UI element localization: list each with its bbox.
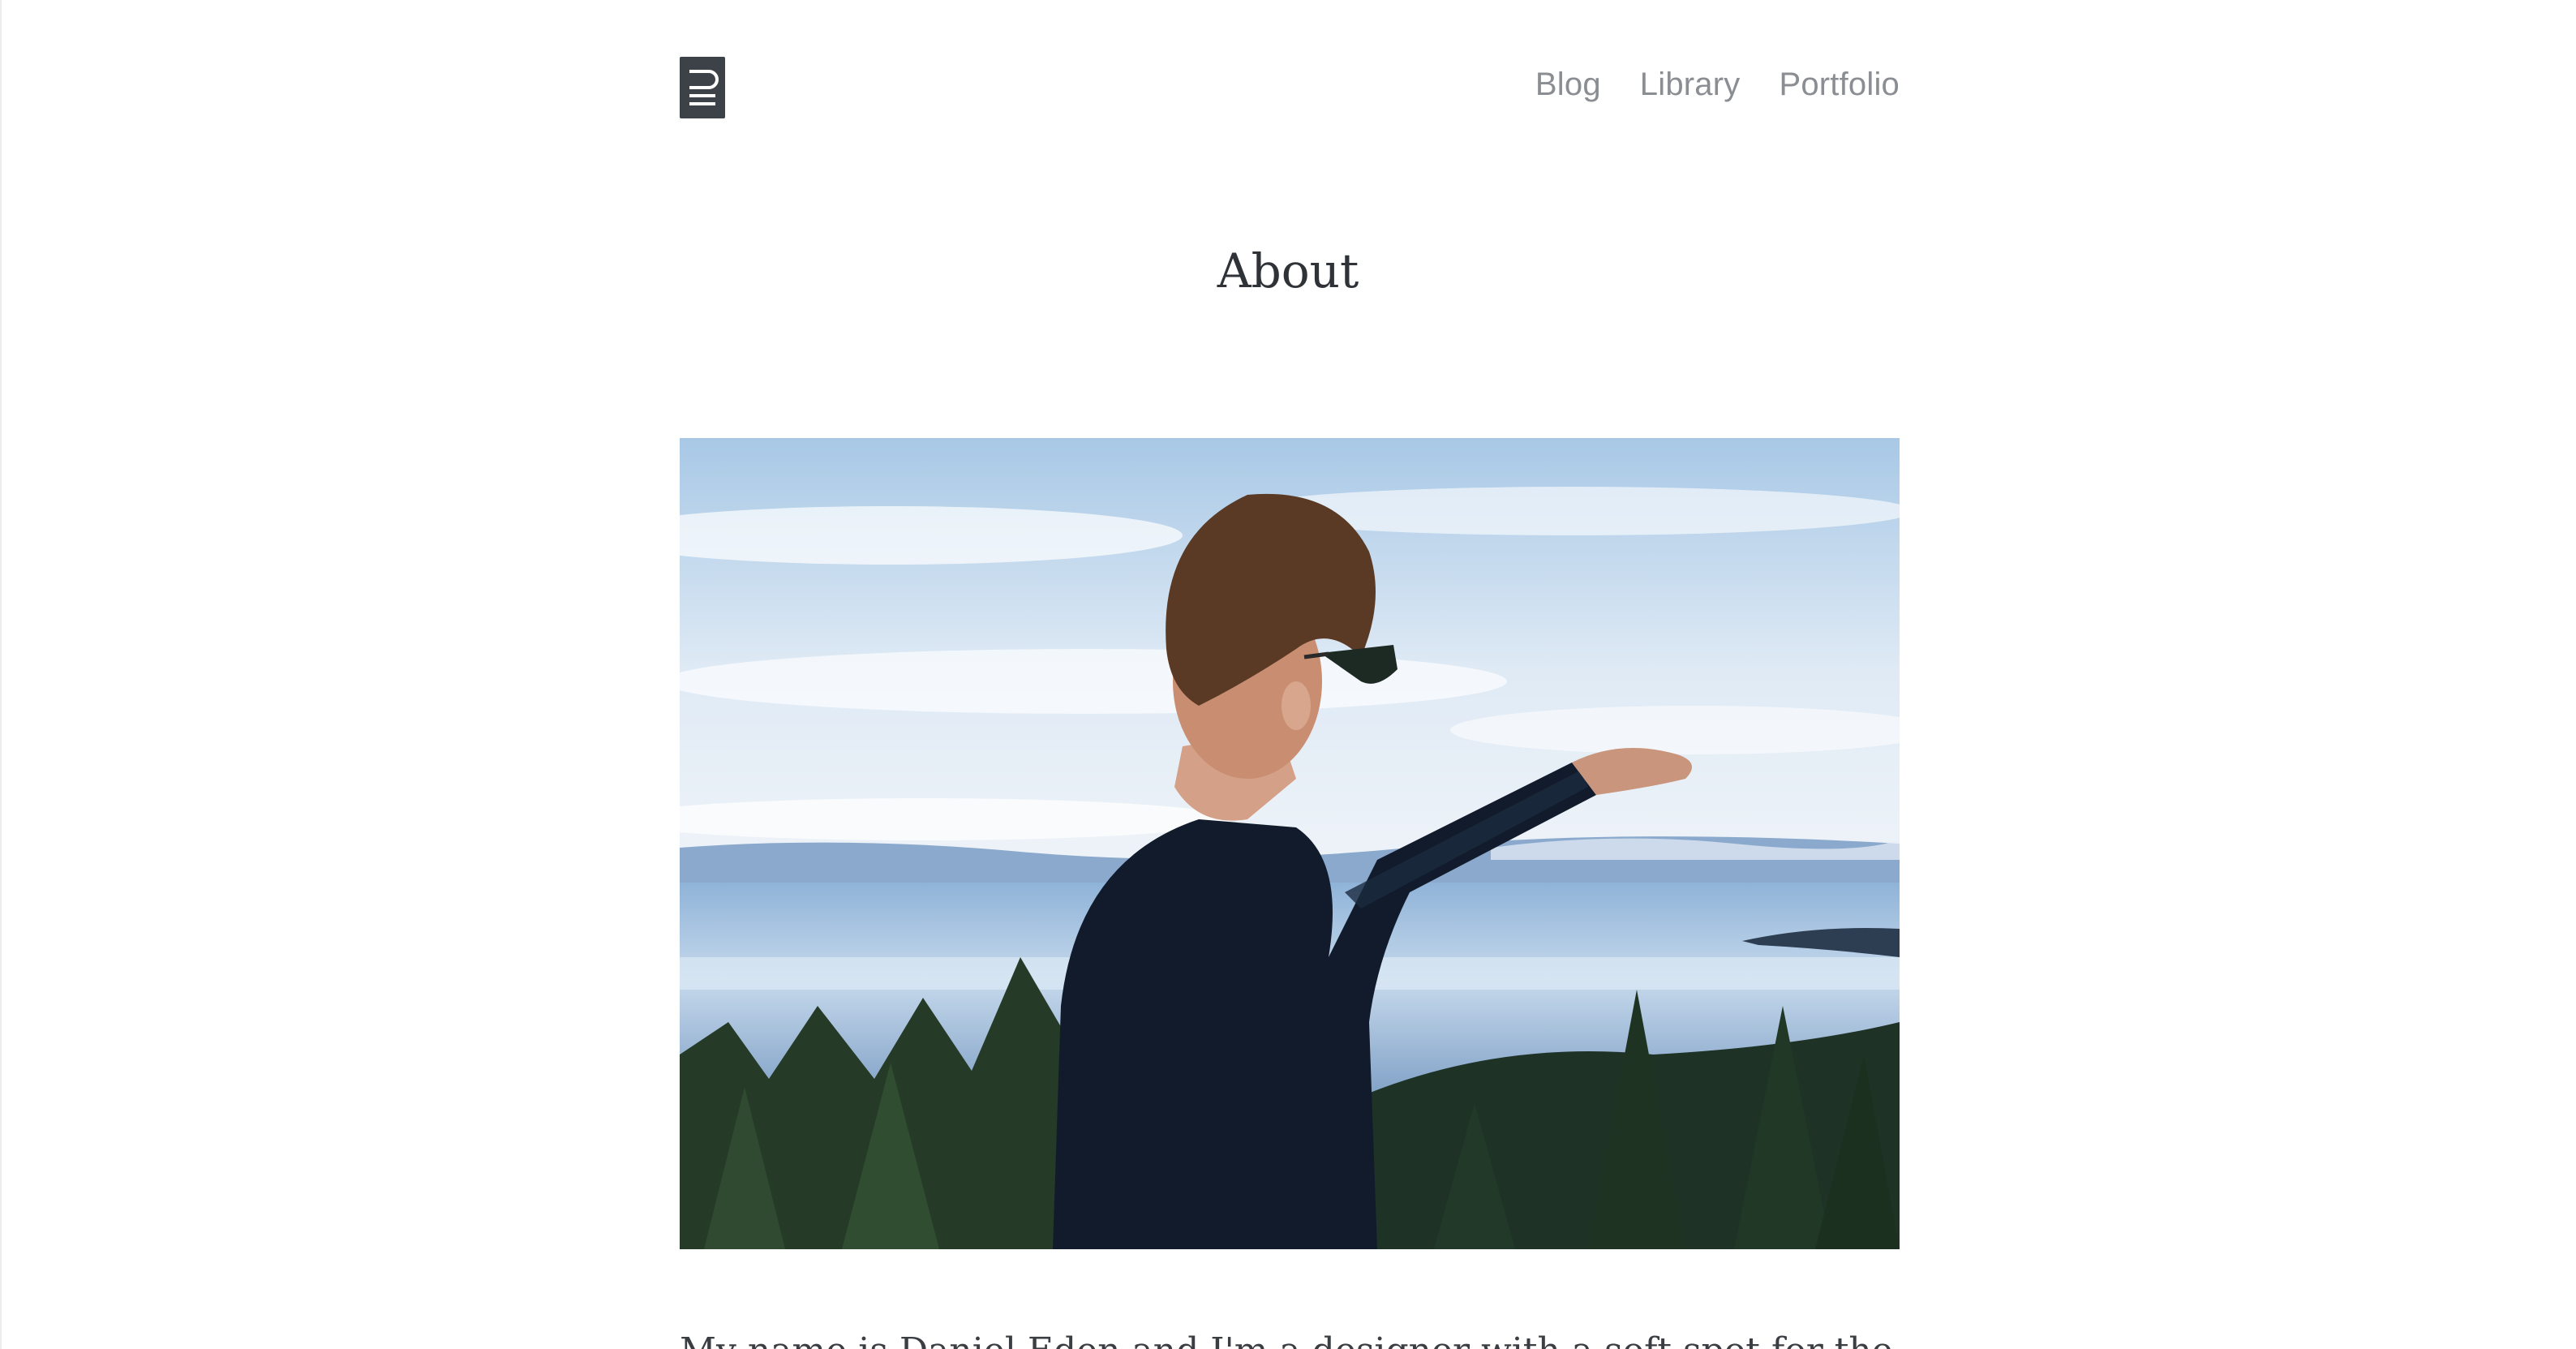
intro-paragraph: My name is Daniel Eden and I'm a designe…: [680, 1330, 1900, 1349]
hero-photo-illustration: [680, 438, 1900, 1249]
nav-link-library[interactable]: Library: [1640, 67, 1741, 103]
page-title: About: [1217, 243, 1359, 299]
logo-icon: [689, 70, 719, 105]
page-left-border: [0, 0, 2, 1349]
hero-photo: [680, 438, 1900, 1249]
main-nav: Blog Library Portfolio: [1535, 60, 1900, 109]
nav-link-blog[interactable]: Blog: [1535, 67, 1601, 103]
site-header: Blog Library Portfolio: [680, 57, 1900, 118]
site-logo-link[interactable]: [680, 57, 725, 118]
nav-link-portfolio[interactable]: Portfolio: [1779, 67, 1900, 103]
